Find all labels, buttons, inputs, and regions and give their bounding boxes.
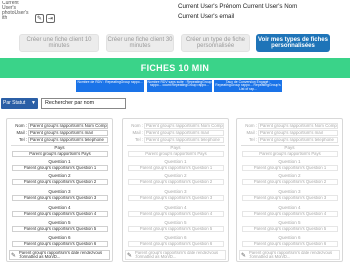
section-title: Question 2 xyxy=(48,173,71,178)
section-value: Parent group's rapportsim's Question 2 xyxy=(12,179,108,185)
section-value: Parent group's rapportsim's Pays xyxy=(242,151,338,157)
date-rendezvous[interactable]: ✎ Parent group's rapportsim's date rende… xyxy=(239,250,340,260)
name-label: Nom : xyxy=(131,123,143,129)
tel-label: Tel : xyxy=(18,137,27,143)
tel-value: Parent group's rapportsim's telephone xyxy=(28,137,108,143)
stat-rdv-no-followup: Nombre RDV sans suite : RepeatingGroup r… xyxy=(147,80,212,92)
section-title: Question 2 xyxy=(164,173,187,178)
create-custom-type-button[interactable]: Créer un type de fiche personnalisée xyxy=(181,34,250,52)
name-label: Nom : xyxy=(245,123,257,129)
section-title: Question 4 xyxy=(48,205,71,210)
mail-value: Parent group's rapportsim's mail xyxy=(28,130,108,136)
create-30min-button[interactable]: Créer une fiche client 30 minutes xyxy=(106,34,174,52)
stat-conversion-rate: Taux de Conversion Engagé : RepeatingGro… xyxy=(214,80,282,92)
section-value: Parent group's rapportsim's Question 3 xyxy=(128,195,224,201)
section-value: Parent group's rapportsim's Question 4 xyxy=(12,211,108,217)
name-value: Parent group's rapportsim's Nom Comp xyxy=(144,123,224,129)
user-photo: Current User's photoUser's ith xyxy=(2,1,29,21)
client-card[interactable]: Nom : Parent group's rapportsim's Nom Com… xyxy=(236,118,343,262)
section-title: Question 1 xyxy=(278,159,301,164)
section-value: Parent group's rapportsim's Question 4 xyxy=(128,211,224,217)
section-value: Parent group's rapportsim's Question 1 xyxy=(12,165,108,171)
section-value: Parent group's rapportsim's Question 2 xyxy=(242,179,338,185)
header-icons: ✎ ⇥ xyxy=(35,14,55,23)
section-title: Question 5 xyxy=(48,220,71,225)
section-title: Question 3 xyxy=(164,189,187,194)
section-value: Parent group's rapportsim's Question 1 xyxy=(128,165,224,171)
section-value: Parent group's rapportsim's Question 5 xyxy=(12,226,108,232)
section-title: Question 1 xyxy=(164,159,187,164)
section-value: Parent group's rapportsim's Pays xyxy=(128,151,224,157)
mail-row: Mail : Parent group's rapportsim's mail xyxy=(240,130,338,136)
date-text: Parent group's rapportsim's date rendezv… xyxy=(19,250,103,260)
section-value: Parent group's rapportsim's Question 1 xyxy=(242,165,338,171)
pencil-icon[interactable]: ✎ xyxy=(241,252,246,259)
section-value: Parent group's rapportsim's Question 3 xyxy=(242,195,338,201)
tel-label: Tel : xyxy=(134,137,143,143)
search-input[interactable]: Rechercher par nom xyxy=(41,98,126,109)
date-rendezvous[interactable]: ✎ Parent group's rapportsim's date rende… xyxy=(9,250,110,260)
section-title: Question 2 xyxy=(278,173,301,178)
status-filter-select[interactable]: Par Statut ▼ xyxy=(1,98,38,109)
tel-label: Tel : xyxy=(248,137,257,143)
date-rendezvous[interactable]: ✎ Parent group's rapportsim's date rende… xyxy=(125,250,226,260)
section-value: Parent group's rapportsim's Question 3 xyxy=(12,195,108,201)
section-value: Parent group's rapportsim's Question 2 xyxy=(128,179,224,185)
name-label: Nom : xyxy=(15,123,27,129)
stat-rdv-count: Nombre de RDV : RepeatingGroup rappo... xyxy=(76,80,144,92)
section-title: Question 3 xyxy=(278,189,301,194)
name-row: Nom : Parent group's rapportsim's Nom Com… xyxy=(10,123,108,129)
mail-value: Parent group's rapportsim's mail xyxy=(258,130,338,136)
mail-row: Mail : Parent group's rapportsim's mail xyxy=(10,130,108,136)
section-title: Question 5 xyxy=(278,220,301,225)
tel-row: Tel : Parent group's rapportsim's telepho… xyxy=(10,137,108,143)
section-title: Question 4 xyxy=(164,205,187,210)
name-row: Nom : Parent group's rapportsim's Nom Com… xyxy=(126,123,224,129)
tel-value: Parent group's rapportsim's telephone xyxy=(144,137,224,143)
section-title: Question 3 xyxy=(48,189,71,194)
section-title: Question 5 xyxy=(164,220,187,225)
client-card[interactable]: Nom : Parent group's rapportsim's Nom Com… xyxy=(6,118,113,262)
section-value: Parent group's rapportsim's Question 4 xyxy=(242,211,338,217)
section-title: Question 6 xyxy=(278,235,301,240)
section-value: Parent group's rapportsim's Question 6 xyxy=(12,241,108,247)
section-value: Parent group's rapportsim's Question 6 xyxy=(128,241,224,247)
section-title: Pays xyxy=(284,145,295,150)
client-card[interactable]: Nom : Parent group's rapportsim's Nom Com… xyxy=(122,118,229,262)
tel-row: Tel : Parent group's rapportsim's telepho… xyxy=(240,137,338,143)
page-title: FICHES 10 MIN xyxy=(0,58,350,78)
name-value: Parent group's rapportsim's Nom Comp xyxy=(28,123,108,129)
section-value: Parent group's rapportsim's Question 5 xyxy=(242,226,338,232)
pencil-icon[interactable]: ✎ xyxy=(127,252,132,259)
mail-value: Parent group's rapportsim's mail xyxy=(144,130,224,136)
section-title: Pays xyxy=(54,145,65,150)
mail-label: Mail : xyxy=(246,130,258,136)
section-title: Question 1 xyxy=(48,159,71,164)
view-custom-types-button[interactable]: Voir mes types de fiches personnalisées xyxy=(256,34,330,52)
user-full-name: Current User's Prénom Current User's Nom xyxy=(178,3,298,10)
user-email: Current User's email xyxy=(178,13,235,20)
name-row: Nom : Parent group's rapportsim's Nom Com… xyxy=(240,123,338,129)
mail-label: Mail : xyxy=(132,130,144,136)
date-text: Parent group's rapportsim's date rendezv… xyxy=(135,250,219,260)
date-text: Parent group's rapportsim's date rendezv… xyxy=(249,250,333,260)
logout-icon[interactable]: ⇥ xyxy=(46,14,55,23)
edit-icon[interactable]: ✎ xyxy=(35,14,44,23)
name-value: Parent group's rapportsim's Nom Comp xyxy=(258,123,338,129)
section-value: Parent group's rapportsim's Question 5 xyxy=(128,226,224,232)
section-title: Pays xyxy=(170,145,181,150)
status-filter-label: Par Statut xyxy=(3,100,26,106)
section-value: Parent group's rapportsim's Question 6 xyxy=(242,241,338,247)
section-title: Question 6 xyxy=(48,235,71,240)
section-value: Parent group's rapportsim's Pays xyxy=(12,151,108,157)
section-title: Question 6 xyxy=(164,235,187,240)
section-title: Question 4 xyxy=(278,205,301,210)
create-10min-button[interactable]: Créer une fiche client 10 minutes xyxy=(19,34,99,52)
chevron-down-icon: ▼ xyxy=(31,100,36,106)
tel-value: Parent group's rapportsim's telephone xyxy=(258,137,338,143)
mail-row: Mail : Parent group's rapportsim's mail xyxy=(126,130,224,136)
mail-label: Mail : xyxy=(16,130,28,136)
pencil-icon[interactable]: ✎ xyxy=(11,252,16,259)
tel-row: Tel : Parent group's rapportsim's telepho… xyxy=(126,137,224,143)
